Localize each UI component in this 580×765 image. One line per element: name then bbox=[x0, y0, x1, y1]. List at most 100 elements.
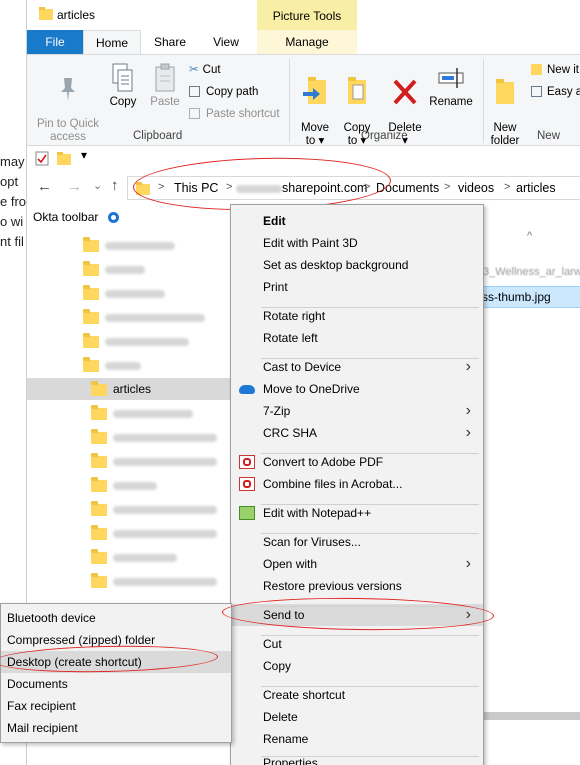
new-item-button[interactable]: New it bbox=[531, 63, 579, 77]
properties-check-icon[interactable] bbox=[35, 151, 49, 166]
context-menu-item-edit-with-notepad[interactable]: Edit with Notepad++ bbox=[231, 502, 483, 524]
okta-toolbar[interactable]: Okta toolbar bbox=[33, 210, 119, 224]
recent-locations-chevron-icon[interactable]: ⌄ bbox=[93, 179, 102, 192]
background-text: opt bbox=[0, 174, 19, 189]
back-arrow-icon[interactable]: ← bbox=[37, 178, 52, 195]
tree-item[interactable] bbox=[83, 330, 189, 352]
new-folder-small-icon[interactable] bbox=[57, 151, 71, 165]
new-folder-button[interactable]: New folder bbox=[485, 63, 525, 148]
context-menu-item-properties[interactable]: Properties bbox=[231, 752, 483, 765]
file-item-selected[interactable]: ss-thumb.jpg bbox=[469, 286, 580, 308]
context-menu-item-edit[interactable]: Edit bbox=[231, 210, 483, 232]
paste-button[interactable]: Paste bbox=[145, 63, 185, 109]
tree-item[interactable] bbox=[83, 282, 165, 304]
new-folder-label: New folder bbox=[490, 122, 520, 147]
tree-item[interactable] bbox=[91, 450, 217, 472]
context-menu-item-restore-previous-versions[interactable]: Restore previous versions bbox=[231, 575, 483, 597]
tab-manage[interactable]: Manage bbox=[257, 30, 357, 54]
context-menu-item-open-with[interactable]: Open with › bbox=[231, 553, 483, 575]
context-menu-item-convert-to-adobe-pdf[interactable]: Convert to Adobe PDF bbox=[231, 451, 483, 473]
tree-item[interactable] bbox=[91, 402, 193, 424]
tab-file[interactable]: File bbox=[27, 30, 83, 54]
pin-to-quick-access-button[interactable]: Pin to Quick access bbox=[31, 63, 105, 144]
context-menu-item-edit-with-paint-3d[interactable]: Edit with Paint 3D bbox=[231, 232, 483, 254]
okta-toolbar-label: Okta toolbar bbox=[33, 210, 99, 224]
context-menu-item-crc-sha[interactable]: CRC SHA › bbox=[231, 422, 483, 444]
context-menu-item-move-to-onedrive[interactable]: Move to OneDrive bbox=[231, 378, 483, 400]
context-menu-item-rotate-left[interactable]: Rotate left bbox=[231, 327, 483, 349]
rename-button[interactable]: Rename bbox=[427, 63, 475, 109]
folder-icon bbox=[91, 548, 107, 564]
redacted-text bbox=[113, 577, 217, 586]
context-menu-item-cut[interactable]: Cut bbox=[231, 633, 483, 655]
tab-home[interactable]: Home bbox=[83, 30, 141, 54]
folder-icon bbox=[91, 404, 107, 420]
copy-icon bbox=[112, 63, 133, 92]
tree-item-selected[interactable]: articles bbox=[27, 378, 230, 400]
send-to-item-fax-recipient[interactable]: Fax recipient bbox=[1, 695, 231, 717]
horizontal-scrollbar[interactable] bbox=[483, 712, 580, 720]
tree-item[interactable] bbox=[83, 306, 205, 328]
breadcrumb-videos[interactable]: videos bbox=[458, 181, 494, 195]
new-item-icon bbox=[531, 64, 542, 76]
context-menu-item-combine-files-in-acrobat[interactable]: Combine files in Acrobat... bbox=[231, 473, 483, 495]
breadcrumb-separator-icon: > bbox=[444, 181, 451, 193]
send-to-item-bluetooth-device[interactable]: Bluetooth device bbox=[1, 607, 231, 629]
forward-arrow-icon[interactable]: → bbox=[67, 178, 82, 195]
context-menu: Edit Edit with Paint 3D Set as desktop bac… bbox=[230, 204, 484, 765]
cut-button[interactable]: ✂ Cut bbox=[189, 63, 221, 77]
context-menu-item-7-zip[interactable]: 7-Zip › bbox=[231, 400, 483, 422]
tree-item[interactable] bbox=[91, 522, 217, 544]
send-to-item-mail-recipient[interactable]: Mail recipient bbox=[1, 717, 231, 739]
tab-view[interactable]: View bbox=[203, 30, 249, 54]
context-menu-item-create-shortcut[interactable]: Create shortcut bbox=[231, 684, 483, 706]
sort-caret-icon[interactable]: ^ bbox=[527, 230, 532, 242]
context-menu-item-label: Rotate right bbox=[263, 309, 326, 323]
background-text: o wi bbox=[0, 214, 24, 229]
rename-icon bbox=[438, 68, 464, 88]
rename-label: Rename bbox=[429, 96, 473, 108]
group-divider bbox=[289, 59, 290, 143]
copy-button[interactable]: Copy bbox=[103, 63, 143, 109]
customize-qat-icon[interactable]: ▾ bbox=[81, 148, 87, 162]
context-menu-item-copy[interactable]: Copy bbox=[231, 655, 483, 677]
send-to-item-documents[interactable]: Documents bbox=[1, 673, 231, 695]
redacted-text bbox=[113, 433, 217, 442]
paste-shortcut-icon bbox=[189, 108, 200, 120]
context-menu-item-rename[interactable]: Rename bbox=[231, 728, 483, 750]
redacted-text bbox=[113, 481, 157, 490]
context-menu-item-cast-to-device[interactable]: Cast to Device › bbox=[231, 356, 483, 378]
redacted-text bbox=[113, 457, 217, 466]
up-arrow-icon[interactable]: ↑ bbox=[111, 177, 119, 194]
tree-item[interactable] bbox=[83, 354, 141, 376]
file-item-blurred[interactable]: 3_Wellness_ar_larw bbox=[483, 266, 580, 278]
tree-item[interactable] bbox=[91, 570, 217, 592]
pin-icon bbox=[61, 78, 75, 101]
tree-item[interactable] bbox=[91, 426, 217, 448]
tree-item[interactable] bbox=[83, 234, 175, 256]
tab-share[interactable]: Share bbox=[147, 30, 193, 54]
tree-item[interactable] bbox=[91, 474, 157, 496]
redacted-text bbox=[105, 337, 189, 346]
copy-path-button[interactable]: Copy path bbox=[189, 85, 258, 99]
menu-separator bbox=[261, 307, 479, 308]
move-to-button[interactable]: Move to ▾ bbox=[295, 63, 335, 148]
easy-access-button[interactable]: Easy a bbox=[531, 85, 580, 99]
menu-separator bbox=[261, 504, 479, 505]
redacted-text bbox=[105, 313, 205, 322]
tree-item[interactable] bbox=[91, 546, 177, 568]
context-menu-item-scan-for-viruses[interactable]: Scan for Viruses... bbox=[231, 531, 483, 553]
tree-item[interactable] bbox=[83, 258, 145, 280]
folder-icon bbox=[83, 284, 99, 300]
tree-item[interactable] bbox=[91, 498, 217, 520]
menu-separator bbox=[261, 358, 479, 359]
paste-shortcut-button[interactable]: Paste shortcut bbox=[189, 107, 280, 121]
context-menu-item-rotate-right[interactable]: Rotate right bbox=[231, 305, 483, 327]
window-title: articles bbox=[57, 8, 96, 22]
background-text: may bbox=[0, 154, 25, 169]
context-menu-item-print[interactable]: Print bbox=[231, 276, 483, 298]
context-menu-item-delete[interactable]: Delete bbox=[231, 706, 483, 728]
screen: may opt e fro o wi nt fil articles Pictu… bbox=[0, 0, 580, 765]
breadcrumb-articles[interactable]: articles bbox=[516, 181, 556, 195]
context-menu-item-set-as-desktop-background[interactable]: Set as desktop background bbox=[231, 254, 483, 276]
